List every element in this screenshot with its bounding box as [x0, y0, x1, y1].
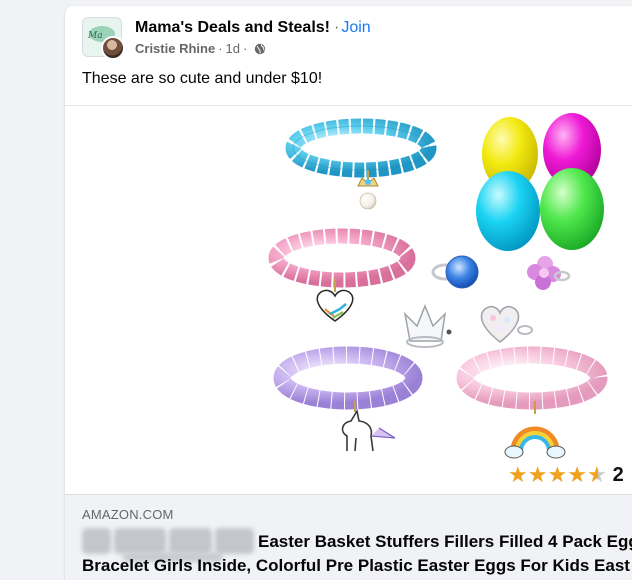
half-star-icon: ★: [586, 462, 607, 488]
join-button[interactable]: Join: [341, 19, 370, 36]
group-avatar-script: Ma: [88, 31, 103, 41]
post-card: Ma Mama's Deals and Steals! · Join Cristie…: [65, 6, 632, 580]
egg-green: [540, 168, 604, 250]
user-avatar[interactable]: [101, 36, 125, 60]
link-preview[interactable]: AMAZON.COM Easter Basket Stuffers Filler…: [65, 494, 632, 580]
post-meta: Cristie Rhine · 1d ·: [135, 41, 266, 56]
separator-dot: ·: [334, 19, 340, 36]
meta-separator: ·: [218, 41, 223, 56]
lavender-bracelet: [273, 346, 423, 452]
pink-bracelet: [268, 228, 416, 322]
group-name-row: Mama's Deals and Steals! · Join: [135, 19, 371, 37]
link-title-line-1[interactable]: Easter Basket Stuffers Fillers Filled 4 …: [258, 532, 632, 552]
blue-gem-ring: [431, 255, 479, 289]
blue-bracelet: [285, 118, 437, 210]
heart-ring: [480, 306, 533, 343]
star-icon: ★: [527, 462, 548, 488]
blurred-title-segment: [82, 528, 254, 554]
timestamp[interactable]: 1d: [226, 41, 240, 56]
globe-icon[interactable]: [254, 43, 266, 55]
star-icon: ★: [508, 462, 528, 488]
star-icon: ★: [567, 462, 587, 488]
post-header: Ma Mama's Deals and Steals! · Join Cristie…: [82, 17, 632, 61]
flower-ring: [527, 256, 571, 290]
meta-separator-2: ·: [243, 41, 248, 56]
link-title-line-2[interactable]: Bracelet Girls Inside, Colorful Pre Plas…: [82, 556, 630, 576]
star-icon: ★: [547, 462, 568, 488]
group-name-link[interactable]: Mama's Deals and Steals!: [135, 19, 330, 36]
rose-bracelet: [456, 346, 608, 459]
link-domain: AMAZON.COM: [82, 507, 174, 522]
author-name[interactable]: Cristie Rhine: [135, 41, 215, 56]
crown-ring: [403, 303, 452, 348]
rating-count: 2: [612, 464, 624, 486]
avatar-group[interactable]: Ma: [82, 17, 125, 60]
product-photo: [268, 113, 608, 459]
product-image[interactable]: ★ ★ ★ ★ ★ 2: [65, 105, 632, 494]
egg-cyan: [476, 171, 540, 251]
post-text: These are so cute and under $10!: [82, 70, 323, 87]
rating-stars: ★ ★ ★ ★ ★ 2: [508, 464, 624, 487]
